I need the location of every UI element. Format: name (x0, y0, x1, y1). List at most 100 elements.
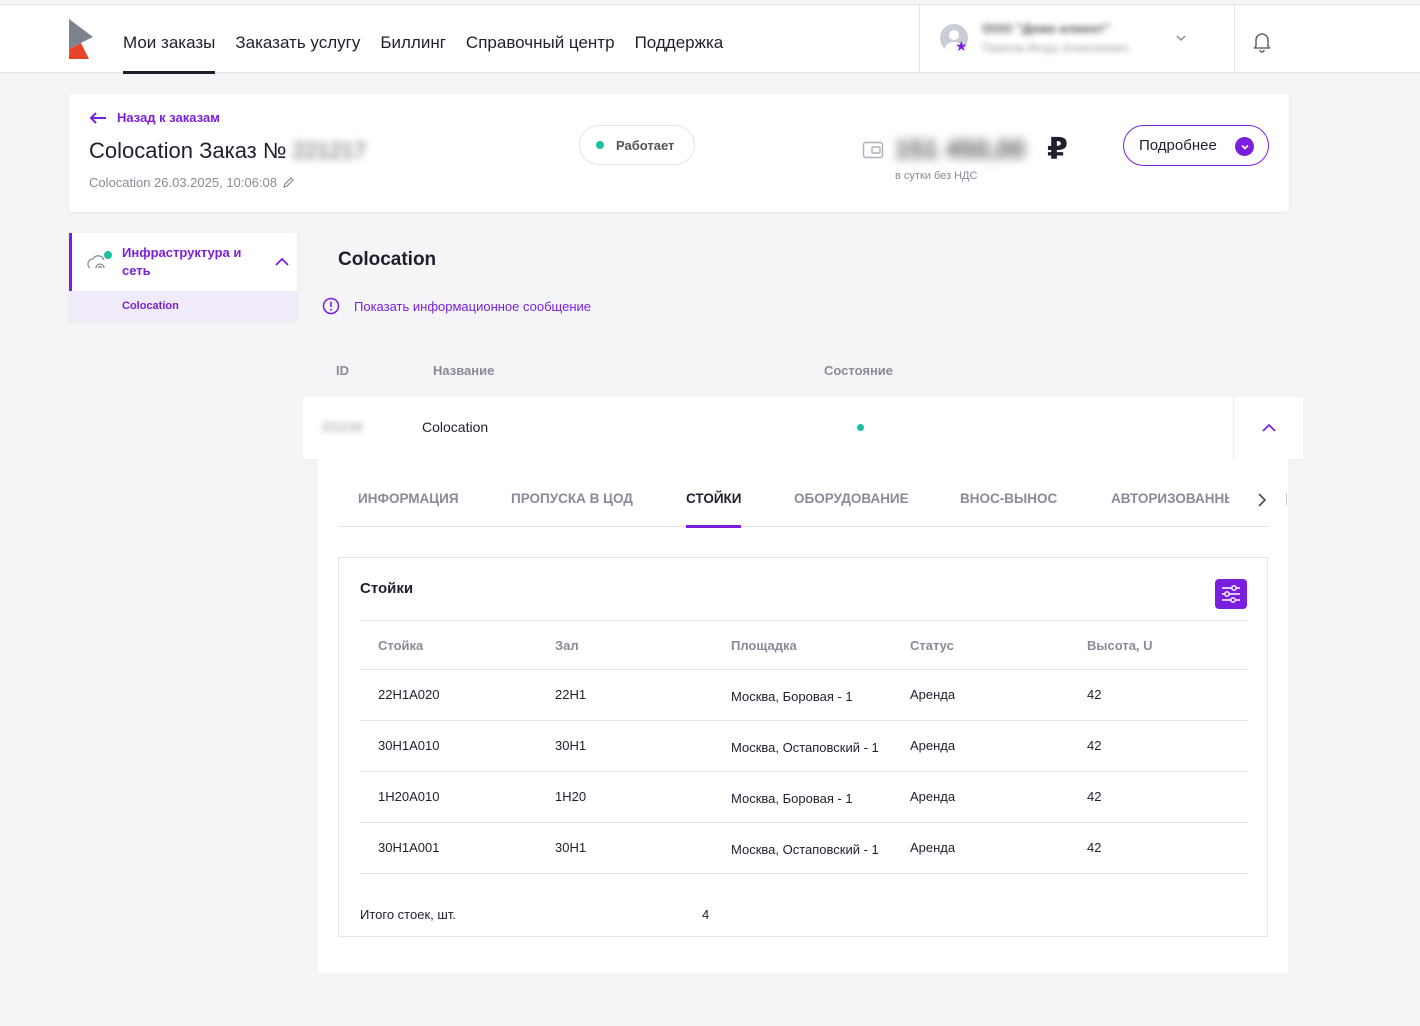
chevron-up-icon[interactable] (275, 257, 289, 267)
collapse-row-button[interactable] (1233, 397, 1303, 459)
cell-hall: 30H1 (555, 738, 587, 753)
cell-site: Москва, Остаповский - 1 (731, 842, 879, 857)
tab-racks[interactable]: СТОЙКИ (686, 491, 742, 528)
bell-icon[interactable] (1250, 29, 1274, 53)
top-header: Мои заказы Заказать услугу Биллинг Справ… (0, 4, 1420, 74)
column-header-id: ID (336, 363, 349, 378)
sidebar-item-label: Инфраструктура и сеть (122, 245, 242, 278)
table-row[interactable]: 30H1A001 30H1 Москва, Остаповский - 1 Ар… (360, 823, 1248, 874)
header-height: Высота, U (1087, 638, 1153, 653)
cell-height: 42 (1087, 738, 1102, 753)
tab-import-export[interactable]: ВНОС-ВЫНОС (960, 491, 1057, 527)
sidebar-item-infrastructure[interactable]: Инфраструктура и сеть (69, 233, 297, 291)
column-header-state: Состояние (824, 363, 894, 378)
table-row[interactable]: 30H1A010 30H1 Москва, Остаповский - 1 Ар… (360, 721, 1248, 772)
racks-title: Стойки (360, 580, 414, 597)
company-logo-icon[interactable] (67, 19, 97, 59)
back-link-label: Назад к заказам (117, 110, 220, 125)
section-title: Colocation (338, 249, 437, 270)
sidebar-group-infrastructure: Инфраструктура и сеть Colocation (69, 233, 297, 321)
racks-table-header: Стойка Зал Площадка Статус Высота, U (360, 620, 1248, 670)
racks-card: Стойки Стойка Зал Площадка Статус Высота… (338, 557, 1268, 937)
more-details-label: Подробнее (1139, 137, 1217, 154)
cell-site: Москва, Остаповский - 1 (731, 740, 879, 755)
order-title-prefix: Colocation Заказ № (89, 138, 287, 163)
cell-rack: 1H20A010 (378, 789, 440, 804)
tab-authorized[interactable]: АВТОРИЗОВАННЫЕ (1111, 491, 1229, 527)
cell-height: 42 (1087, 840, 1102, 855)
arrow-left-icon (89, 111, 106, 124)
cell-rack: 30H1A010 (378, 738, 440, 753)
info-circle-icon (322, 297, 340, 315)
cell-site: Москва, Боровая - 1 (731, 791, 853, 806)
racks-total-value: 4 (702, 907, 710, 922)
tab-datacenter-passes[interactable]: ПРОПУСКА В ЦОД (511, 491, 633, 527)
table-row[interactable]: 22H1A020 22H1 Москва, Боровая - 1 Аренда… (360, 670, 1248, 721)
account-switcher[interactable]: ★ ООО "Демо клиент" Павлов Игорь Алексее… (919, 5, 1235, 74)
header-site: Площадка (731, 638, 797, 653)
order-summary-card: Назад к заказам Colocation Заказ № 22121… (69, 94, 1289, 212)
cell-height: 42 (1087, 789, 1102, 804)
cell-hall: 22H1 (555, 687, 587, 702)
nav-my-orders[interactable]: Мои заказы (123, 5, 216, 74)
cloud-network-icon (87, 251, 112, 269)
tabs-scroll-edge (1286, 493, 1287, 505)
header-hall: Зал (555, 638, 579, 653)
racks-table: Стойка Зал Площадка Статус Высота, U 22H… (360, 620, 1248, 874)
tab-equipment[interactable]: ОБОРУДОВАНИЕ (794, 491, 909, 527)
table-row[interactable]: 221218 Colocation (303, 397, 1303, 459)
cell-height: 42 (1087, 687, 1102, 702)
status-badge: Работает (579, 125, 695, 165)
wallet-icon (862, 141, 884, 159)
back-to-orders-link[interactable]: Назад к заказам (89, 110, 220, 125)
header-rack: Стойка (378, 638, 424, 653)
status-text: Работает (616, 137, 675, 153)
sliders-icon (1222, 585, 1240, 603)
state-dot-icon (857, 424, 864, 431)
table-row[interactable]: 1H20A010 1H20 Москва, Боровая - 1 Аренда… (360, 772, 1248, 823)
order-number: 221217 (292, 138, 367, 163)
account-user-name: Павлов Игорь Алексеевич (982, 41, 1129, 55)
cell-rack: 30H1A001 (378, 840, 440, 855)
chevron-down-circle-icon (1235, 137, 1254, 156)
order-detail-panel: ИНФОРМАЦИЯ ПРОПУСКА В ЦОД СТОЙКИ ОБОРУДО… (318, 459, 1288, 973)
cell-hall: 1H20 (555, 789, 587, 804)
tab-information[interactable]: ИНФОРМАЦИЯ (358, 491, 459, 527)
status-dot-icon (596, 141, 604, 149)
cell-status: Аренда (910, 840, 956, 855)
cell-rack: 22H1A020 (378, 687, 440, 702)
filter-settings-button[interactable] (1215, 579, 1247, 609)
cell-status: Аренда (910, 789, 956, 804)
pencil-icon[interactable] (282, 176, 295, 189)
chevron-right-icon[interactable] (1256, 492, 1268, 508)
sidebar-item-colocation[interactable]: Colocation (69, 291, 297, 321)
chevron-up-icon (1261, 423, 1276, 432)
row-name: Colocation (422, 419, 489, 435)
star-badge-icon: ★ (955, 38, 968, 54)
order-meta-text: Colocation 26.03.2025, 10:06:08 (89, 175, 277, 190)
main-nav: Мои заказы Заказать услугу Биллинг Справ… (123, 5, 743, 74)
header-status: Статус (910, 638, 954, 653)
nav-order-service[interactable]: Заказать услугу (235, 5, 360, 74)
price-note: в сутки без НДС (895, 170, 978, 182)
racks-total-label: Итого стоек, шт. (360, 907, 456, 922)
cell-status: Аренда (910, 738, 956, 753)
page-title: Colocation Заказ № 221217 (89, 138, 366, 164)
account-company-name: ООО "Демо клиент" (982, 21, 1111, 36)
info-link-label: Показать информационное сообщение (354, 298, 592, 314)
order-meta: Colocation 26.03.2025, 10:06:08 (89, 175, 295, 190)
show-info-message-link[interactable]: Показать информационное сообщение (322, 297, 591, 315)
tabs-bar: ИНФОРМАЦИЯ ПРОПУСКА В ЦОД СТОЙКИ ОБОРУДО… (338, 459, 1287, 528)
chevron-down-icon[interactable] (1174, 31, 1188, 45)
row-id: 221218 (322, 420, 363, 434)
cell-site: Москва, Боровая - 1 (731, 689, 853, 704)
cell-hall: 30H1 (555, 840, 587, 855)
cell-status: Аренда (910, 687, 956, 702)
nav-help-center[interactable]: Справочный центр (466, 5, 615, 74)
nav-support[interactable]: Поддержка (635, 5, 724, 74)
price-value: 151 450,00 (895, 134, 1026, 164)
more-details-button[interactable]: Подробнее (1123, 125, 1269, 166)
currency-sign: ₽ (1047, 133, 1068, 166)
column-header-name: Название (433, 363, 495, 378)
nav-billing[interactable]: Биллинг (380, 5, 446, 74)
